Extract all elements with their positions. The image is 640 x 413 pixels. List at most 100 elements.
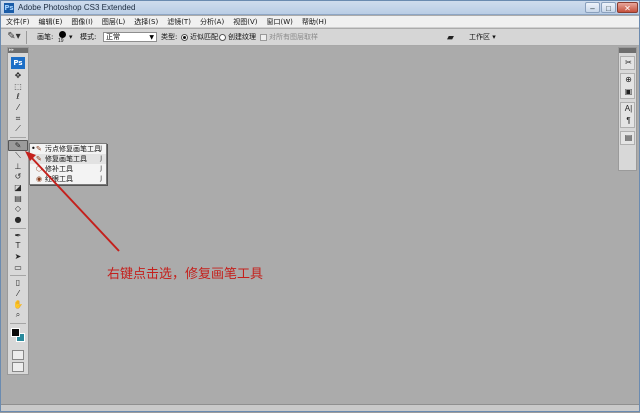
- move-tool[interactable]: ✥: [8, 71, 28, 82]
- character-icon[interactable]: A|: [621, 103, 636, 115]
- flyout-item-healing-brush[interactable]: ✎ 修复画笔工具 J: [30, 154, 106, 164]
- red-eye-tool-icon: ◉: [36, 175, 43, 183]
- toolbox-divider: [10, 323, 26, 325]
- toolbox-divider: [10, 227, 26, 229]
- menu-image[interactable]: 图像(I): [71, 16, 93, 28]
- flyout-item-patch[interactable]: ⬡ 修补工具 J: [30, 164, 106, 174]
- menu-window[interactable]: 窗口(W): [266, 16, 292, 28]
- patch-tool-icon: ⬡: [36, 165, 43, 173]
- type-create-texture-label: 创建纹理: [228, 33, 256, 41]
- path-selection-tool[interactable]: ➤: [8, 252, 28, 263]
- slice-tool[interactable]: ⟋: [8, 124, 28, 135]
- type-icon: T: [15, 241, 21, 251]
- maximize-button[interactable]: □: [601, 2, 616, 13]
- flyout-item-label: 修复画笔工具: [45, 155, 87, 163]
- clone-source-icon[interactable]: ⊕: [621, 74, 636, 86]
- gradient-icon: ▤: [14, 193, 22, 203]
- foreground-color-swatch[interactable]: [11, 328, 20, 338]
- gradient-tool[interactable]: ▤: [8, 194, 28, 205]
- close-button[interactable]: ✕: [617, 2, 638, 13]
- flyout-item-label: 污点修复画笔工具: [45, 145, 101, 153]
- panel-group-type: A| ¶: [620, 102, 635, 128]
- selected-bullet-icon: •: [31, 144, 36, 153]
- menu-view[interactable]: 视图(V): [233, 16, 257, 28]
- title-bar[interactable]: Ps Adobe Photoshop CS3 Extended – □ ✕: [1, 1, 639, 15]
- flyout-item-red-eye[interactable]: ◉ 红眼工具 J: [30, 174, 106, 184]
- panel-dock-grip[interactable]: [619, 48, 636, 53]
- notes-icon: ▯: [15, 278, 21, 288]
- sample-all-layers-label: 对所有图层取样: [269, 33, 318, 41]
- type-tool[interactable]: T: [8, 241, 28, 252]
- menu-help[interactable]: 帮助(H): [302, 16, 327, 28]
- marquee-tool[interactable]: ⬚: [8, 82, 28, 93]
- panel-group-clone: ⊕ ▣: [620, 73, 635, 99]
- eyedropper-tool[interactable]: ⁄: [8, 289, 28, 300]
- palette-well-icon[interactable]: ▰: [447, 32, 459, 42]
- clone-stamp-tool[interactable]: ⊥: [8, 162, 28, 173]
- panel-group-brushes: ✂: [620, 56, 635, 70]
- type-proximity-match-radio[interactable]: [181, 34, 188, 41]
- move-icon: ✥: [14, 71, 22, 80]
- menu-edit[interactable]: 编辑(E): [39, 16, 63, 28]
- annotation-text: 右键点击选，修复画笔工具: [107, 267, 264, 282]
- history-brush-tool[interactable]: ↺: [8, 172, 28, 183]
- toolbox-divider: [10, 137, 26, 139]
- paragraph-icon[interactable]: ¶: [621, 115, 636, 127]
- dodge-tool[interactable]: ●: [8, 215, 28, 226]
- flyout-item-label: 红眼工具: [45, 175, 73, 183]
- clone-stamp-icon: ⊥: [14, 161, 22, 171]
- brush-tool[interactable]: ⟍: [8, 151, 28, 162]
- zoom-tool[interactable]: ⌕: [8, 310, 28, 321]
- workspace-button[interactable]: 工作区 ▾: [467, 31, 501, 44]
- history-brush-icon: ↺: [14, 172, 22, 182]
- eyedropper-icon: ⁄: [17, 289, 19, 299]
- healing-brush-tool[interactable]: ✎: [8, 140, 28, 151]
- brush-preview[interactable]: [59, 31, 66, 38]
- pen-tool[interactable]: ✒: [8, 231, 28, 242]
- crop-icon: ⌗: [15, 113, 21, 123]
- tool-presets-icon[interactable]: ▣: [621, 86, 636, 98]
- magic-wand-tool[interactable]: ⁄: [8, 103, 28, 114]
- flyout-item-spot-healing[interactable]: • ✎ 污点修复画笔工具 J: [30, 144, 106, 154]
- hand-tool[interactable]: ✋: [8, 300, 28, 311]
- shape-tool[interactable]: ▭: [8, 263, 28, 274]
- menu-analysis[interactable]: 分析(A): [200, 16, 224, 28]
- right-panel-dock: ✂ ⊕ ▣ A| ¶ ▤: [618, 47, 637, 171]
- shape-icon: ▭: [14, 262, 22, 272]
- menu-filter[interactable]: 滤镜(T): [167, 16, 191, 28]
- type-label: 类型:: [161, 33, 178, 41]
- brush-dropdown-arrow-icon[interactable]: ▾: [69, 32, 73, 43]
- spot-healing-brush-icon: ✎: [36, 145, 42, 153]
- flyout-item-shortcut: J: [100, 175, 102, 182]
- type-create-texture-radio[interactable]: [219, 34, 226, 41]
- quick-mask-button[interactable]: [12, 350, 24, 361]
- mode-select[interactable]: 正常 ▼: [103, 32, 157, 42]
- flyout-item-shortcut: J: [100, 145, 102, 152]
- crop-tool[interactable]: ⌗: [8, 114, 28, 125]
- status-bar: [1, 404, 639, 411]
- layer-comps-icon[interactable]: ▤: [621, 132, 636, 144]
- mode-select-value: 正常: [106, 33, 120, 41]
- menu-bar: 文件(F) 编辑(E) 图像(I) 图层(L) 选择(S) 滤镜(T) 分析(A…: [1, 16, 639, 28]
- toolbox-grip[interactable]: ▸▸: [8, 48, 28, 53]
- magic-wand-icon: ⁄: [17, 103, 19, 113]
- healing-brush-icon[interactable]: ✎▾: [7, 31, 21, 43]
- menu-layer[interactable]: 图层(L): [102, 16, 125, 28]
- pen-icon: ✒: [14, 230, 22, 240]
- lasso-tool[interactable]: ℓ: [8, 92, 28, 103]
- notes-tool[interactable]: ▯: [8, 278, 28, 289]
- brushes-icon[interactable]: ✂: [621, 57, 636, 69]
- screen-mode-button[interactable]: [12, 362, 24, 373]
- menu-file[interactable]: 文件(F): [6, 16, 30, 28]
- healing-brush-icon: ✎: [14, 141, 22, 151]
- eraser-tool[interactable]: ◪: [8, 183, 28, 194]
- options-divider: [26, 31, 27, 44]
- sample-all-layers-checkbox[interactable]: [260, 34, 267, 41]
- toolbox-divider: [10, 275, 26, 277]
- ps-logo[interactable]: Ps: [11, 57, 25, 69]
- minimize-button[interactable]: –: [585, 2, 600, 13]
- blur-tool[interactable]: ◇: [8, 204, 28, 215]
- dodge-icon: ●: [14, 214, 22, 224]
- menu-select[interactable]: 选择(S): [134, 16, 158, 28]
- flyout-item-shortcut: J: [100, 155, 102, 162]
